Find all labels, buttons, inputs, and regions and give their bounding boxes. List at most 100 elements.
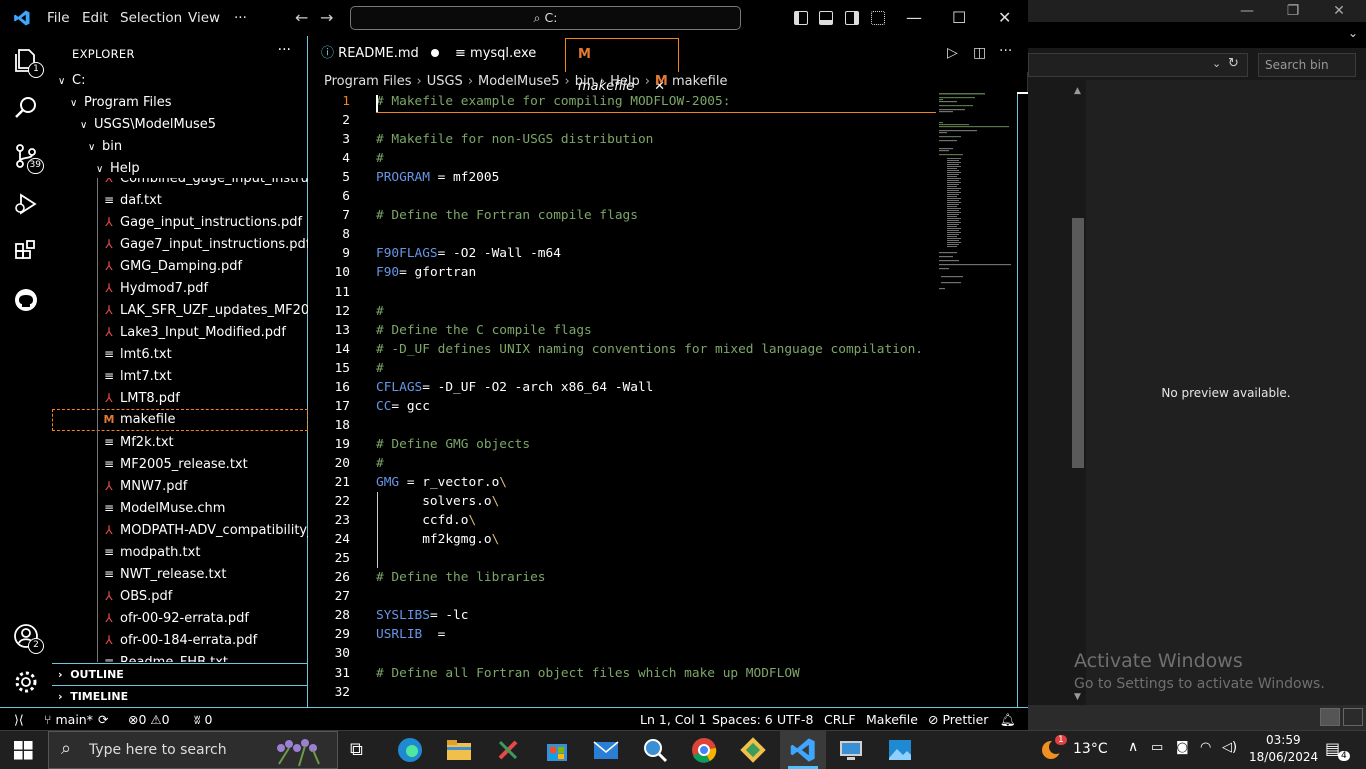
file-item[interactable]: ≡ Mf2k.txt — [52, 431, 308, 453]
background-search-input[interactable]: Search bin — [1258, 53, 1356, 77]
file-item[interactable]: ≡ ModelMuse.chm — [52, 497, 308, 519]
customize-layout-icon[interactable] — [871, 11, 885, 25]
extensions-icon[interactable] — [12, 238, 42, 268]
split-editor-icon[interactable]: ◫ — [973, 45, 986, 61]
chevron-down-icon[interactable]: ⌄ — [1212, 57, 1221, 70]
search-icon[interactable] — [12, 94, 42, 124]
refresh-icon[interactable]: ↻ — [1228, 56, 1239, 71]
ports-status[interactable]: ʬ 0 — [194, 712, 212, 727]
scroll-up-icon[interactable]: ▲ — [1074, 86, 1081, 96]
notifications-bell-icon[interactable]: 🔔︎ — [1000, 712, 1016, 728]
taskbar-search[interactable]: ⌕ Type here to search — [48, 731, 338, 769]
vscode-taskbar-icon[interactable] — [789, 736, 817, 764]
editor-scrollbar[interactable] — [1017, 92, 1028, 707]
breadcrumb-item[interactable]: Program Files — [324, 74, 412, 89]
eol-status[interactable]: CRLF — [824, 712, 856, 727]
file-item[interactable]: ⅄ Lake3_Input_Modified.pdf — [52, 321, 308, 343]
file-item[interactable]: ⅄ MODPATH-ADV_compatibility_... — [52, 519, 308, 541]
indentation-status[interactable]: Spaces: 6 — [712, 712, 773, 727]
clock-time[interactable]: 03:59 — [1266, 733, 1301, 747]
minimap[interactable] — [937, 92, 1017, 292]
maximize-icon[interactable]: ☐ — [952, 8, 966, 27]
menu-more[interactable]: ··· — [234, 10, 247, 26]
file-item[interactable]: ≡ lmt6.txt — [52, 343, 308, 365]
camera-icon[interactable]: ◙ — [1176, 740, 1189, 755]
source-control-icon[interactable]: 39 — [12, 142, 44, 174]
remote-desktop-icon[interactable] — [837, 736, 865, 764]
tiles-view-button[interactable] — [1343, 708, 1363, 726]
forward-arrow-icon[interactable]: → — [320, 8, 333, 27]
toggle-sidebar-icon[interactable] — [794, 11, 808, 25]
breadcrumb-item[interactable]: Help — [610, 74, 640, 89]
explorer-icon[interactable]: 1 — [12, 46, 44, 78]
file-item[interactable]: ⅄ ofr-00-92-errata.pdf — [52, 607, 308, 629]
command-center-search[interactable]: ⌕ C: — [350, 6, 741, 30]
minimize-icon[interactable]: — — [1224, 0, 1270, 22]
edge-browser-icon[interactable] — [396, 736, 424, 764]
menu-view[interactable]: View — [188, 10, 220, 26]
more-actions-icon[interactable]: ··· — [278, 42, 291, 58]
tab-readme[interactable]: ⓘ README.md — [309, 38, 441, 72]
file-item[interactable]: ≡ daf.txt — [52, 189, 308, 211]
photos-icon[interactable] — [886, 736, 914, 764]
battery-icon[interactable]: ▭ — [1151, 740, 1163, 755]
file-item[interactable]: ⅄ OBS.pdf — [52, 585, 308, 607]
close-icon[interactable]: ✕ — [998, 8, 1011, 27]
weather-temperature[interactable]: 13°C — [1073, 741, 1108, 757]
volume-icon[interactable]: ◁) — [1222, 740, 1237, 755]
file-item[interactable]: ⅄ Combined_gage_input_instruct... — [52, 178, 308, 189]
back-arrow-icon[interactable]: ← — [295, 8, 308, 27]
tab-mysql[interactable]: ≡ mysql.exe — [443, 38, 563, 72]
toggle-panel-icon[interactable] — [819, 11, 833, 25]
problems-status[interactable]: ⊗0 ⚠0 — [128, 712, 170, 727]
prettier-status[interactable]: ⊘ Prettier — [928, 712, 988, 727]
tab-makefile[interactable]: M makefile ✕ — [565, 38, 679, 94]
tree-folder-bin[interactable]: ∨ bin — [52, 136, 308, 158]
github-icon[interactable] — [12, 286, 42, 316]
encoding-status[interactable]: UTF-8 — [777, 712, 813, 727]
file-item[interactable]: ⅄ ofr-00-184-errata.pdf — [52, 629, 308, 651]
chevron-up-icon[interactable]: ∧ — [1128, 739, 1138, 755]
menu-file[interactable]: File — [47, 10, 70, 26]
cursor-position[interactable]: Ln 1, Col 1 — [640, 712, 707, 727]
background-scrollbar-thumb[interactable] — [1072, 218, 1084, 468]
restore-icon[interactable]: ❐ — [1270, 0, 1316, 22]
mail-icon[interactable] — [592, 736, 620, 764]
tree-folder-help[interactable]: ∨ Help — [52, 158, 308, 180]
minimize-icon[interactable]: — — [906, 8, 922, 27]
file-item[interactable]: Mmakefile — [52, 409, 308, 431]
toggle-secondary-sidebar-icon[interactable] — [845, 11, 859, 25]
breadcrumb-item[interactable]: makefile — [672, 74, 728, 89]
file-item[interactable]: ≡ Readme_FHB.txt — [52, 651, 308, 662]
menu-edit[interactable]: Edit — [82, 10, 108, 26]
more-actions-icon[interactable]: ··· — [999, 43, 1012, 59]
tree-folder-c[interactable]: ∨ C: — [52, 70, 308, 92]
sync-icon[interactable]: ⟳ — [98, 712, 108, 727]
file-item[interactable]: ≡ NWT_release.txt — [52, 563, 308, 585]
clock-date[interactable]: 18/06/2024 — [1249, 750, 1318, 764]
file-item[interactable]: ⅄ Gage7_input_instructions.pdf — [52, 233, 308, 255]
scrollbar-thumb[interactable] — [1017, 92, 1028, 94]
remote-icon[interactable]: ⟩⟨ — [14, 712, 24, 727]
file-item[interactable]: ⅄ LMT8.pdf — [52, 387, 308, 409]
accounts-icon[interactable]: 2 — [12, 622, 44, 654]
breadcrumb-item[interactable]: USGS — [427, 74, 463, 89]
tree-folder-usgs[interactable]: ∨ USGS\ModelMuse5 — [52, 114, 308, 136]
snipping-tool-icon[interactable] — [494, 736, 522, 764]
task-view-icon[interactable]: ⧉ — [350, 739, 363, 760]
run-icon[interactable]: ▷ — [947, 45, 958, 61]
branch-status[interactable]: ⑂ main* — [44, 712, 93, 727]
file-item[interactable]: ⅄ GMG_Damping.pdf — [52, 255, 308, 277]
file-item[interactable]: ⅄ Gage_input_instructions.pdf — [52, 211, 308, 233]
git-tool-icon[interactable] — [739, 736, 767, 764]
breadcrumb-item[interactable]: ModelMuse5 — [478, 74, 560, 89]
tree-folder-program-files[interactable]: ∨ Program Files — [52, 92, 308, 114]
language-mode[interactable]: Makefile — [866, 712, 918, 727]
microsoft-store-icon[interactable] — [543, 736, 571, 764]
menu-selection[interactable]: Selection — [120, 10, 182, 26]
file-item[interactable]: ⅄ Hydmod7.pdf — [52, 277, 308, 299]
file-explorer-icon[interactable] — [445, 736, 473, 764]
close-icon[interactable]: ✕ — [1316, 0, 1362, 22]
timeline-section[interactable]: › TIMELINE — [52, 685, 308, 707]
details-view-button[interactable] — [1320, 708, 1340, 726]
